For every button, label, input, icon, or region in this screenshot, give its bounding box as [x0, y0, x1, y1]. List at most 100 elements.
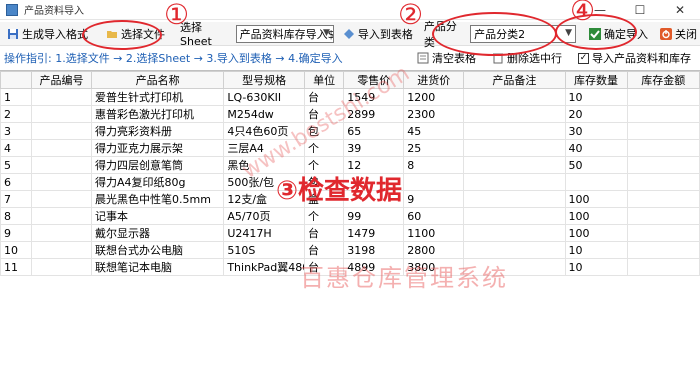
table-cell[interactable]: 联想笔记本电脑: [90, 258, 225, 276]
table-cell[interactable]: 联想台式办公电脑: [90, 241, 225, 259]
column-header[interactable]: 型号规格: [223, 71, 305, 89]
table-row[interactable]: 8 记事本 A5/70页个 99 60 100: [0, 207, 700, 225]
table-cell[interactable]: [626, 173, 700, 191]
table-cell[interactable]: ThinkPad翼480: [223, 258, 305, 276]
generate-format-button[interactable]: 生成导入格式: [4, 24, 91, 44]
table-cell[interactable]: 得力A4复印纸80g: [90, 173, 225, 191]
table-cell[interactable]: 2800: [403, 241, 465, 259]
table-cell[interactable]: [463, 207, 566, 225]
table-cell[interactable]: 25: [403, 139, 465, 157]
close-window-button[interactable]: ✕: [660, 0, 700, 20]
table-cell[interactable]: [463, 88, 566, 106]
table-cell[interactable]: [463, 224, 566, 242]
table-row[interactable]: 3 得力亮彩资料册 4只4色60页包 65 45 30: [0, 122, 700, 140]
column-header[interactable]: 产品名称: [90, 71, 225, 89]
annotation-step-2: ②: [398, 0, 424, 31]
table-cell[interactable]: 40: [564, 139, 628, 157]
table-cell[interactable]: 台: [303, 241, 345, 259]
table-cell[interactable]: 3198: [343, 241, 405, 259]
table-cell[interactable]: 65: [343, 122, 405, 140]
table-cell[interactable]: 50: [564, 156, 628, 174]
table-cell[interactable]: U2417H: [223, 224, 305, 242]
table-cell[interactable]: [31, 224, 92, 242]
table-row[interactable]: 10 联想台式办公电脑 510S 台 3198 2800 10: [0, 241, 700, 259]
table-cell[interactable]: 得力亚克力展示架: [90, 139, 225, 157]
table-cell[interactable]: 100: [564, 190, 628, 208]
table-cell[interactable]: [463, 190, 566, 208]
table-cell[interactable]: [626, 105, 700, 123]
table-cell[interactable]: [463, 105, 566, 123]
table-cell[interactable]: [31, 88, 92, 106]
table-cell[interactable]: M254dw: [223, 105, 305, 123]
table-cell[interactable]: 得力亮彩资料册: [90, 122, 225, 140]
table-cell[interactable]: 晨光黑色中性笔0.5mm: [90, 190, 225, 208]
table-cell[interactable]: [626, 190, 700, 208]
column-header[interactable]: 单位: [303, 71, 345, 89]
table-cell[interactable]: [626, 156, 700, 174]
table-cell[interactable]: 8: [403, 156, 465, 174]
table-cell[interactable]: [463, 241, 566, 259]
table-cell[interactable]: 10: [564, 88, 628, 106]
table-cell[interactable]: [463, 122, 566, 140]
table-cell[interactable]: [31, 139, 92, 157]
column-header[interactable]: [0, 71, 33, 89]
table-cell[interactable]: 1200: [403, 88, 465, 106]
table-cell[interactable]: [463, 139, 566, 157]
import-stock-checkbox[interactable]: ✓ 导入产品资料和库存: [575, 48, 694, 68]
table-cell[interactable]: [564, 173, 628, 191]
column-header[interactable]: 库存数量: [564, 71, 628, 89]
column-header[interactable]: 产品编号: [31, 71, 92, 89]
table-cell[interactable]: [31, 258, 92, 276]
table-cell[interactable]: [31, 122, 92, 140]
maximize-button[interactable]: ☐: [620, 0, 660, 20]
close-button[interactable]: 关闭: [657, 24, 700, 44]
table-cell[interactable]: 1479: [343, 224, 405, 242]
table-cell[interactable]: [403, 173, 465, 191]
table-cell[interactable]: [31, 156, 92, 174]
table-cell[interactable]: [463, 173, 566, 191]
table-cell[interactable]: [463, 156, 566, 174]
table-cell[interactable]: 爱普生针式打印机: [90, 88, 225, 106]
table-cell[interactable]: 得力四层创意笔筒: [90, 156, 225, 174]
table-cell[interactable]: [31, 173, 92, 191]
table-cell[interactable]: LQ-630KII: [223, 88, 305, 106]
table-cell[interactable]: 惠普彩色激光打印机: [90, 105, 225, 123]
import-icon: [343, 28, 354, 39]
sheet-select[interactable]: 产品资料库存导入$ ▼: [235, 24, 334, 43]
table-cell[interactable]: 记事本: [90, 207, 225, 225]
table-cell[interactable]: [31, 241, 92, 259]
table-cell[interactable]: [626, 139, 700, 157]
table-cell[interactable]: 100: [564, 207, 628, 225]
table-cell[interactable]: 10: [564, 258, 628, 276]
table-cell[interactable]: 39: [343, 139, 405, 157]
column-header[interactable]: 产品备注: [463, 71, 566, 89]
table-cell[interactable]: [31, 190, 92, 208]
table-cell[interactable]: 60: [403, 207, 465, 225]
table-cell[interactable]: A5/70页: [223, 207, 305, 225]
table-cell[interactable]: 20: [564, 105, 628, 123]
table-cell[interactable]: 个: [303, 207, 345, 225]
table-cell[interactable]: 45: [403, 122, 465, 140]
table-cell[interactable]: 10: [564, 241, 628, 259]
table-cell[interactable]: 30: [564, 122, 628, 140]
table-cell[interactable]: [626, 88, 700, 106]
table-cell[interactable]: 台: [303, 224, 345, 242]
table-cell[interactable]: [626, 122, 700, 140]
table-cell[interactable]: 9: [403, 190, 465, 208]
table-cell[interactable]: 1100: [403, 224, 465, 242]
table-cell[interactable]: [626, 241, 700, 259]
table-cell[interactable]: [31, 207, 92, 225]
row-number: 7: [0, 190, 33, 208]
table-cell[interactable]: [626, 224, 700, 242]
table-cell[interactable]: 2300: [403, 105, 465, 123]
table-cell[interactable]: 510S: [223, 241, 305, 259]
table-cell[interactable]: [626, 258, 700, 276]
table-cell[interactable]: 99: [343, 207, 405, 225]
table-row[interactable]: 9 戴尔显示器 U2417H 台 1479 1100 100: [0, 224, 700, 242]
table-cell[interactable]: 100: [564, 224, 628, 242]
table-cell[interactable]: 戴尔显示器: [90, 224, 225, 242]
table-row[interactable]: 4 得力亚克力展示架 三层A4 个 39 25 40: [0, 139, 700, 157]
table-cell[interactable]: [31, 105, 92, 123]
column-header[interactable]: 库存金额: [626, 71, 700, 89]
table-cell[interactable]: [626, 207, 700, 225]
